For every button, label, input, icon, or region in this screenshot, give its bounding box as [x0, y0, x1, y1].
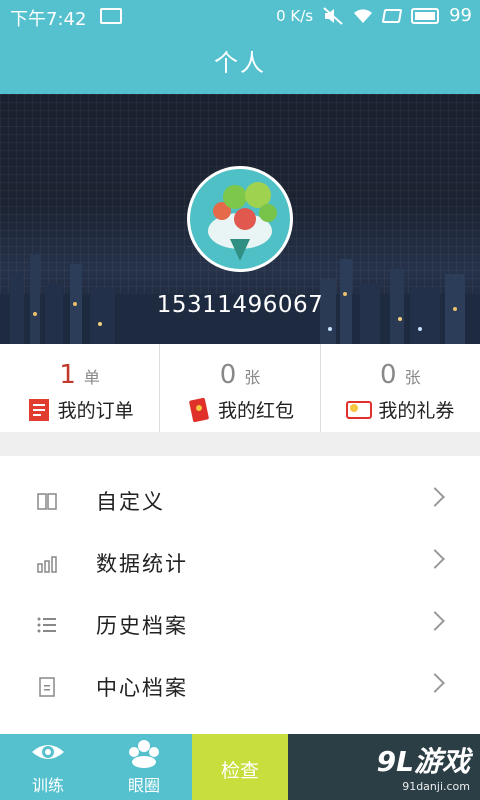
menu-item-history[interactable]: 历史档案 [0, 594, 480, 656]
tab-training[interactable]: 训练 [0, 734, 96, 800]
mute-icon [323, 6, 343, 25]
menu-item-label: 数据统计 [96, 552, 188, 576]
stat-count: 1单 [59, 360, 100, 390]
menu-item-label: 中心档案 [96, 676, 188, 700]
stat-label: 我的礼券 [321, 396, 480, 423]
tab-circle[interactable]: 眼圈 [96, 734, 192, 800]
status-time: 下午7:42 [10, 9, 87, 30]
battery-level: 99 [449, 5, 472, 26]
stat-red-packets[interactable]: 0张 我的红包 [159, 344, 319, 432]
menu-item-label: 历史档案 [96, 614, 188, 638]
eye-icon [32, 745, 64, 759]
network-speed: 0 K/s [276, 6, 314, 25]
battery-icon [411, 7, 440, 24]
stat-label: 我的订单 [0, 396, 159, 423]
stat-coupons[interactable]: 0张 我的礼券 [319, 344, 480, 432]
status-icons: 0 K/s 99 [276, 5, 472, 26]
chevron-right-icon [425, 673, 445, 693]
stats-row: 1单 我的订单 0张 我的红包 0张 我的礼券 [0, 344, 480, 432]
tab-check[interactable]: 检查 [192, 734, 288, 800]
sim-icon [381, 8, 403, 23]
avatar[interactable] [187, 166, 293, 272]
community-icon [129, 740, 159, 768]
user-phone-number: 15311496067 [156, 292, 324, 318]
stat-count: 0张 [219, 360, 261, 390]
order-icon [28, 398, 49, 421]
gallery-notification-icon [100, 8, 122, 24]
menu-item-center-archive[interactable]: 中心档案 [0, 656, 480, 718]
stat-label: 我的红包 [160, 396, 319, 423]
page-title: 个人 [0, 32, 480, 94]
chevron-right-icon [425, 611, 445, 631]
wifi-icon [354, 8, 373, 23]
red-packet-icon [189, 397, 209, 422]
menu-item-label: 自定义 [96, 490, 165, 514]
stat-orders[interactable]: 1单 我的订单 [0, 344, 159, 432]
menu-list: 自定义 数据统计 历史档案 中心档案 [0, 456, 480, 734]
watermark-logo: 9L游戏 91danji.com [376, 745, 470, 793]
tab-4[interactable] [288, 734, 384, 800]
status-bar: 下午7:42 0 K/s 99 [0, 0, 480, 32]
bar-chart-icon [37, 556, 57, 573]
book-icon [37, 493, 57, 510]
coupon-icon [346, 400, 373, 419]
stat-count: 0张 [380, 360, 421, 390]
chevron-right-icon [425, 549, 445, 569]
list-icon [37, 617, 56, 633]
avatar-illustration [208, 182, 277, 261]
menu-item-statistics[interactable]: 数据统计 [0, 532, 480, 594]
menu-item-custom[interactable]: 自定义 [0, 470, 480, 532]
document-icon [39, 677, 55, 697]
chevron-right-icon [425, 487, 445, 507]
